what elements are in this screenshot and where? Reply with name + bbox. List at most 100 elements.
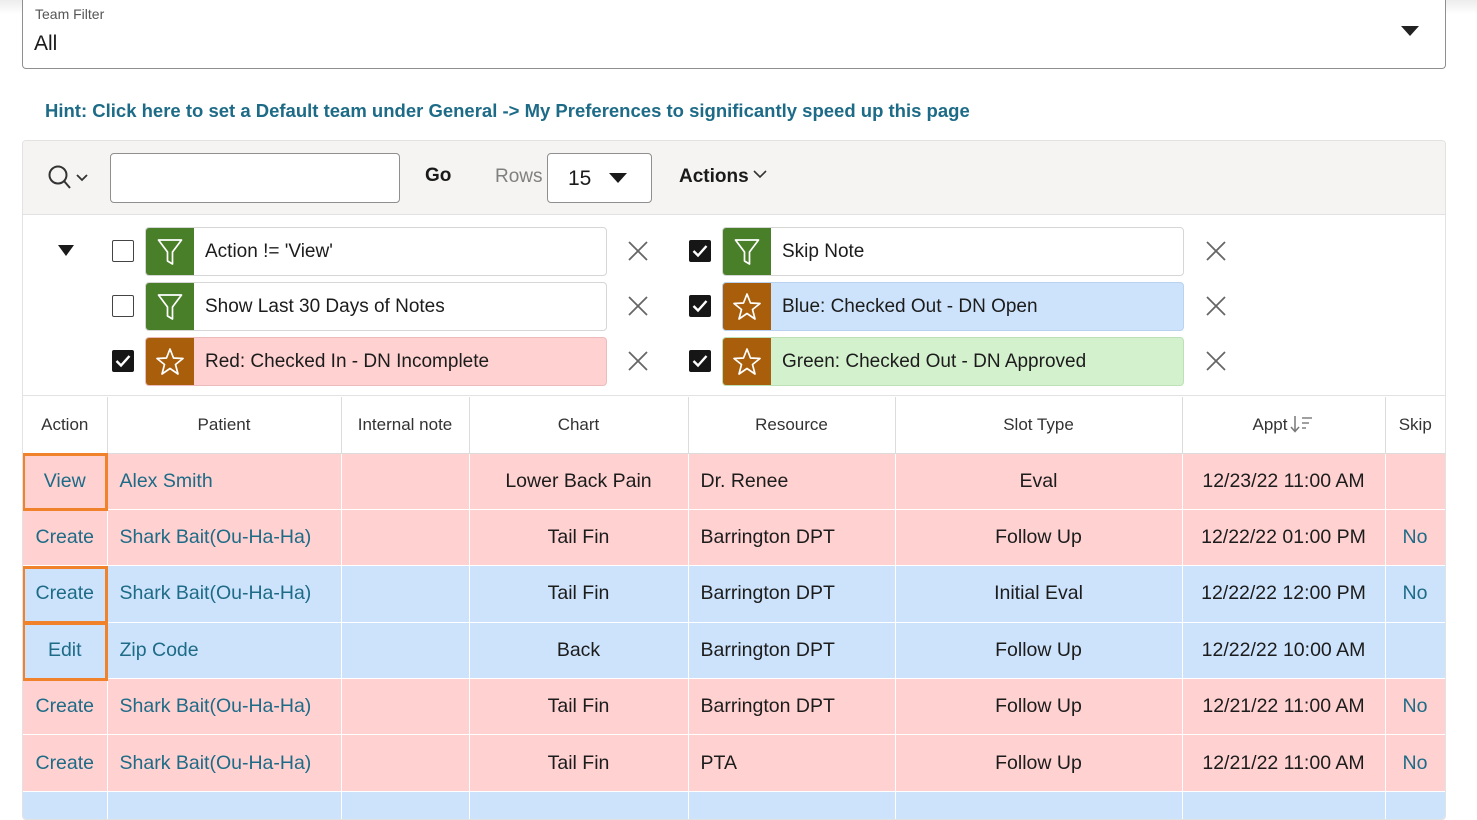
rows-value: 15	[568, 167, 592, 190]
action-link[interactable]: View	[44, 470, 86, 492]
column-header-patient[interactable]: Patient	[107, 397, 342, 454]
chart-cell: Tail Fin	[547, 695, 610, 718]
remove-filter-button[interactable]	[1205, 295, 1227, 317]
patient-link-cell: Shark Bait(Ou-Ha-Ha)	[107, 678, 342, 736]
chart-cell-cell: Tail Fin	[469, 565, 689, 623]
skip-link[interactable]: No	[1403, 695, 1428, 717]
patient-link[interactable]: Shark Bait(Ou-Ha-Ha)	[120, 526, 312, 548]
highlight-label: Green: Checked Out - DN Approved	[782, 351, 1087, 372]
remove-filter-button[interactable]	[1205, 350, 1227, 372]
skip-link-cell: No	[1385, 678, 1445, 736]
column-header-appt[interactable]: Appt	[1182, 397, 1386, 454]
patient-link[interactable]: Shark Bait(Ou-Ha-Ha)	[120, 752, 312, 774]
filter-chip[interactable]: Show Last 30 Days of Notes	[145, 282, 607, 331]
sort-descending-icon	[1290, 415, 1313, 433]
default-team-hint-link[interactable]: Hint: Click here to set a Default team u…	[45, 100, 970, 122]
star-icon	[733, 347, 761, 375]
team-filter-select[interactable]: Team Filter All	[22, 0, 1446, 69]
column-header-chart[interactable]: Chart	[469, 397, 689, 454]
rows-select[interactable]: 15	[547, 153, 652, 203]
caret-down-icon	[1401, 26, 1419, 36]
patient-link[interactable]: Alex Smith	[120, 470, 213, 492]
patient-link-cell: Shark Bait(Ou-Ha-Ha)	[107, 509, 342, 567]
appt-cell-cell: 12/22/22 01:00 PM	[1182, 509, 1386, 567]
action-link[interactable]: Create	[35, 752, 94, 774]
filter-checkbox[interactable]	[112, 240, 134, 262]
table-row: Create Shark Bait(Ou-Ha-Ha) Tail Fin Barrin…	[23, 678, 1445, 736]
resource-cell: Barrington DPT	[700, 638, 835, 661]
chart-cell: Tail Fin	[547, 751, 610, 774]
action-link-cell	[23, 791, 108, 819]
collapse-filters-toggle[interactable]	[58, 245, 74, 256]
highlight-chip[interactable]: Green: Checked Out - DN Approved	[722, 337, 1184, 386]
check-icon	[692, 355, 708, 368]
team-filter-label: Team Filter	[35, 6, 105, 22]
actions-menu-button[interactable]: Actions	[679, 166, 767, 188]
column-header-internal-note[interactable]: Internal note	[341, 397, 470, 454]
close-icon	[1206, 241, 1226, 261]
slot-type-cell-cell: Follow Up	[895, 509, 1183, 567]
remove-filter-button[interactable]	[627, 350, 649, 372]
column-header-skip[interactable]: Skip	[1385, 397, 1445, 454]
remove-filter-button[interactable]	[627, 240, 649, 262]
filter-checkbox[interactable]	[689, 240, 711, 262]
column-header-action[interactable]: Action	[23, 397, 108, 454]
skip-link[interactable]: No	[1403, 526, 1428, 548]
column-header-slot-type[interactable]: Slot Type	[895, 397, 1183, 454]
slot-type-cell-cell: Initial Eval	[895, 565, 1183, 623]
skip-link[interactable]: No	[1403, 752, 1428, 774]
star-icon	[733, 292, 761, 320]
action-link[interactable]: Edit	[48, 639, 82, 661]
slot-type-cell: Follow Up	[995, 751, 1082, 774]
action-link[interactable]: Create	[35, 526, 94, 548]
patient-link[interactable]: Zip Code	[120, 639, 199, 661]
filter-checkbox[interactable]	[112, 295, 134, 317]
chart-cell-cell: Tail Fin	[469, 734, 689, 792]
search-input[interactable]	[110, 153, 400, 203]
skip-link-cell: No	[1385, 565, 1445, 623]
patient-link-cell: Shark Bait(Ou-Ha-Ha)	[107, 734, 342, 792]
action-link-cell: Create	[23, 678, 108, 736]
skip-link[interactable]: No	[1403, 582, 1428, 604]
filter-checkbox[interactable]	[689, 295, 711, 317]
close-icon	[628, 351, 648, 371]
action-link[interactable]: Create	[35, 582, 94, 604]
filter-chip[interactable]: Action != 'View'	[145, 227, 607, 276]
close-icon	[1206, 351, 1226, 371]
slot-type-cell: Follow Up	[995, 695, 1082, 718]
resource-cell: Dr. Renee	[700, 469, 789, 492]
filter-checkbox[interactable]	[112, 350, 134, 372]
remove-filter-button[interactable]	[1205, 240, 1227, 262]
filter-checkbox[interactable]	[689, 350, 711, 372]
remove-filter-button[interactable]	[627, 295, 649, 317]
slot-type-cell: Follow Up	[995, 526, 1082, 549]
close-icon	[628, 241, 648, 261]
filter-panel: Action != 'View' Show Last 30 Days of No…	[23, 216, 1445, 396]
internal-note-cell-cell	[341, 453, 470, 510]
highlight-chip[interactable]: Red: Checked In - DN Incomplete	[145, 337, 607, 386]
internal-note-cell-cell	[341, 622, 470, 680]
table-row: Create Shark Bait(Ou-Ha-Ha) Tail Fin PTA Fol…	[23, 734, 1445, 792]
search-column-button[interactable]	[47, 163, 91, 193]
filter-chip[interactable]: Skip Note	[722, 227, 1184, 276]
highlight-label: Blue: Checked Out - DN Open	[782, 296, 1038, 317]
chevron-down-icon	[753, 170, 767, 179]
search-icon	[48, 165, 88, 189]
go-button[interactable]: Go	[415, 165, 461, 187]
patient-link[interactable]: Shark Bait(Ou-Ha-Ha)	[120, 695, 312, 717]
internal-note-cell-cell	[341, 565, 470, 623]
filter-icon	[157, 238, 183, 265]
table-header-row: Action Patient Internal note Chart Resou…	[23, 397, 1445, 454]
resource-cell: Barrington DPT	[700, 526, 835, 549]
slot-type-cell: Initial Eval	[994, 582, 1083, 605]
highlight-chip[interactable]: Blue: Checked Out - DN Open	[722, 282, 1184, 331]
appt-cell: 12/21/22 11:00 AM	[1202, 751, 1365, 774]
appt-cell-cell: 12/22/22 10:00 AM	[1182, 622, 1386, 680]
column-header-resource[interactable]: Resource	[688, 397, 896, 454]
patient-link-cell: Zip Code	[107, 622, 342, 680]
action-link[interactable]: Create	[35, 695, 94, 717]
patient-link[interactable]: Shark Bait(Ou-Ha-Ha)	[120, 582, 312, 604]
patient-link-cell	[107, 791, 342, 819]
table-row: Create Shark Bait(Ou-Ha-Ha) Tail Fin Barrin…	[23, 509, 1445, 567]
slot-type-cell-cell: Follow Up	[895, 678, 1183, 736]
